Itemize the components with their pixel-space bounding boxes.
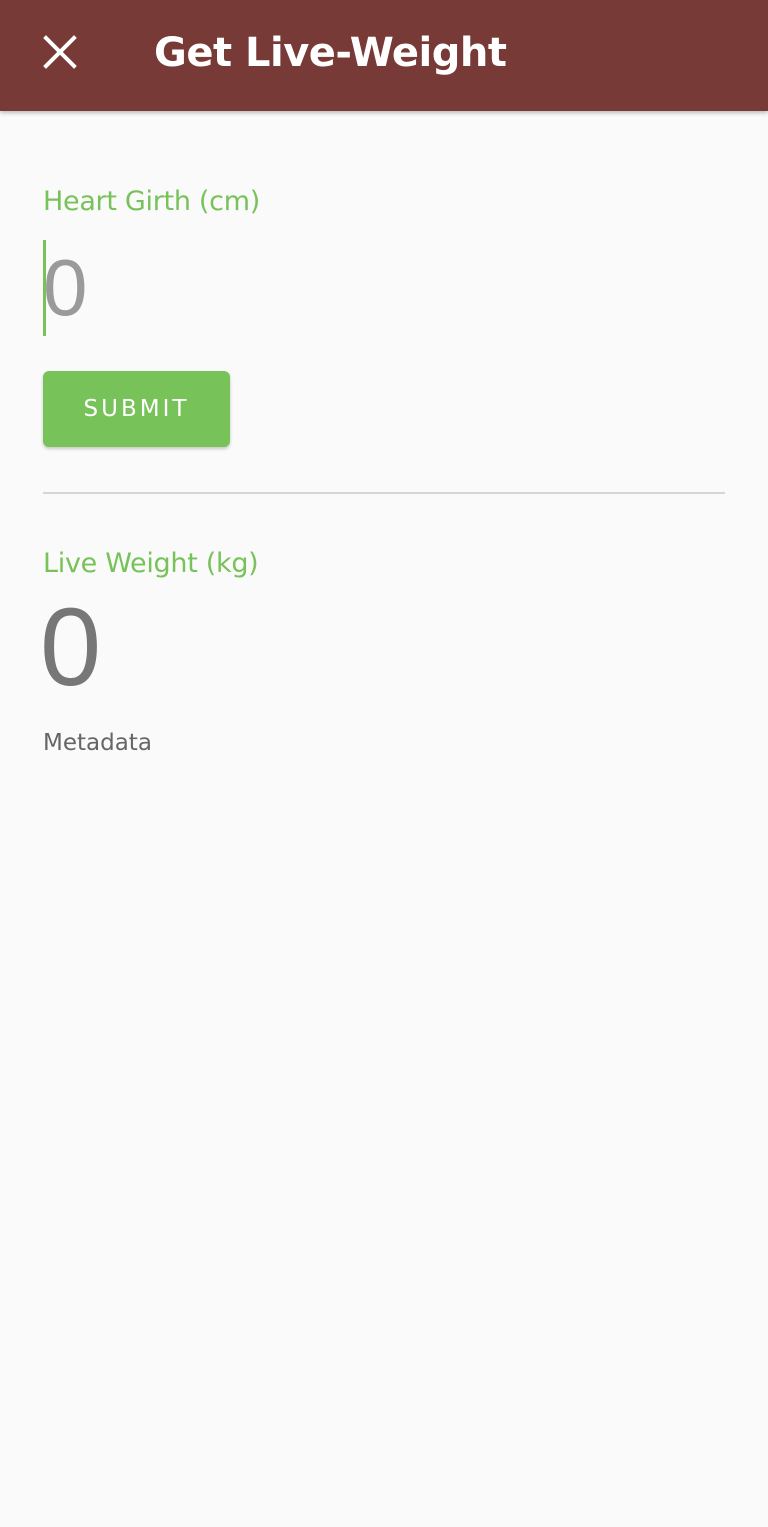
- divider: [43, 492, 725, 494]
- page-title: Get Live-Weight: [154, 30, 507, 76]
- live-weight-label: Live Weight (kg): [43, 548, 259, 579]
- heart-girth-field[interactable]: [43, 240, 723, 336]
- heart-girth-label: Heart Girth (cm): [43, 186, 260, 217]
- app-bar: Get Live-Weight: [0, 0, 768, 111]
- submit-button[interactable]: SUBMIT: [43, 371, 230, 447]
- metadata-label: Metadata: [43, 730, 152, 756]
- text-cursor: [43, 240, 46, 336]
- live-weight-value: 0: [40, 586, 102, 709]
- heart-girth-input[interactable]: [43, 240, 723, 336]
- close-button[interactable]: [36, 28, 84, 76]
- close-icon: [43, 35, 77, 69]
